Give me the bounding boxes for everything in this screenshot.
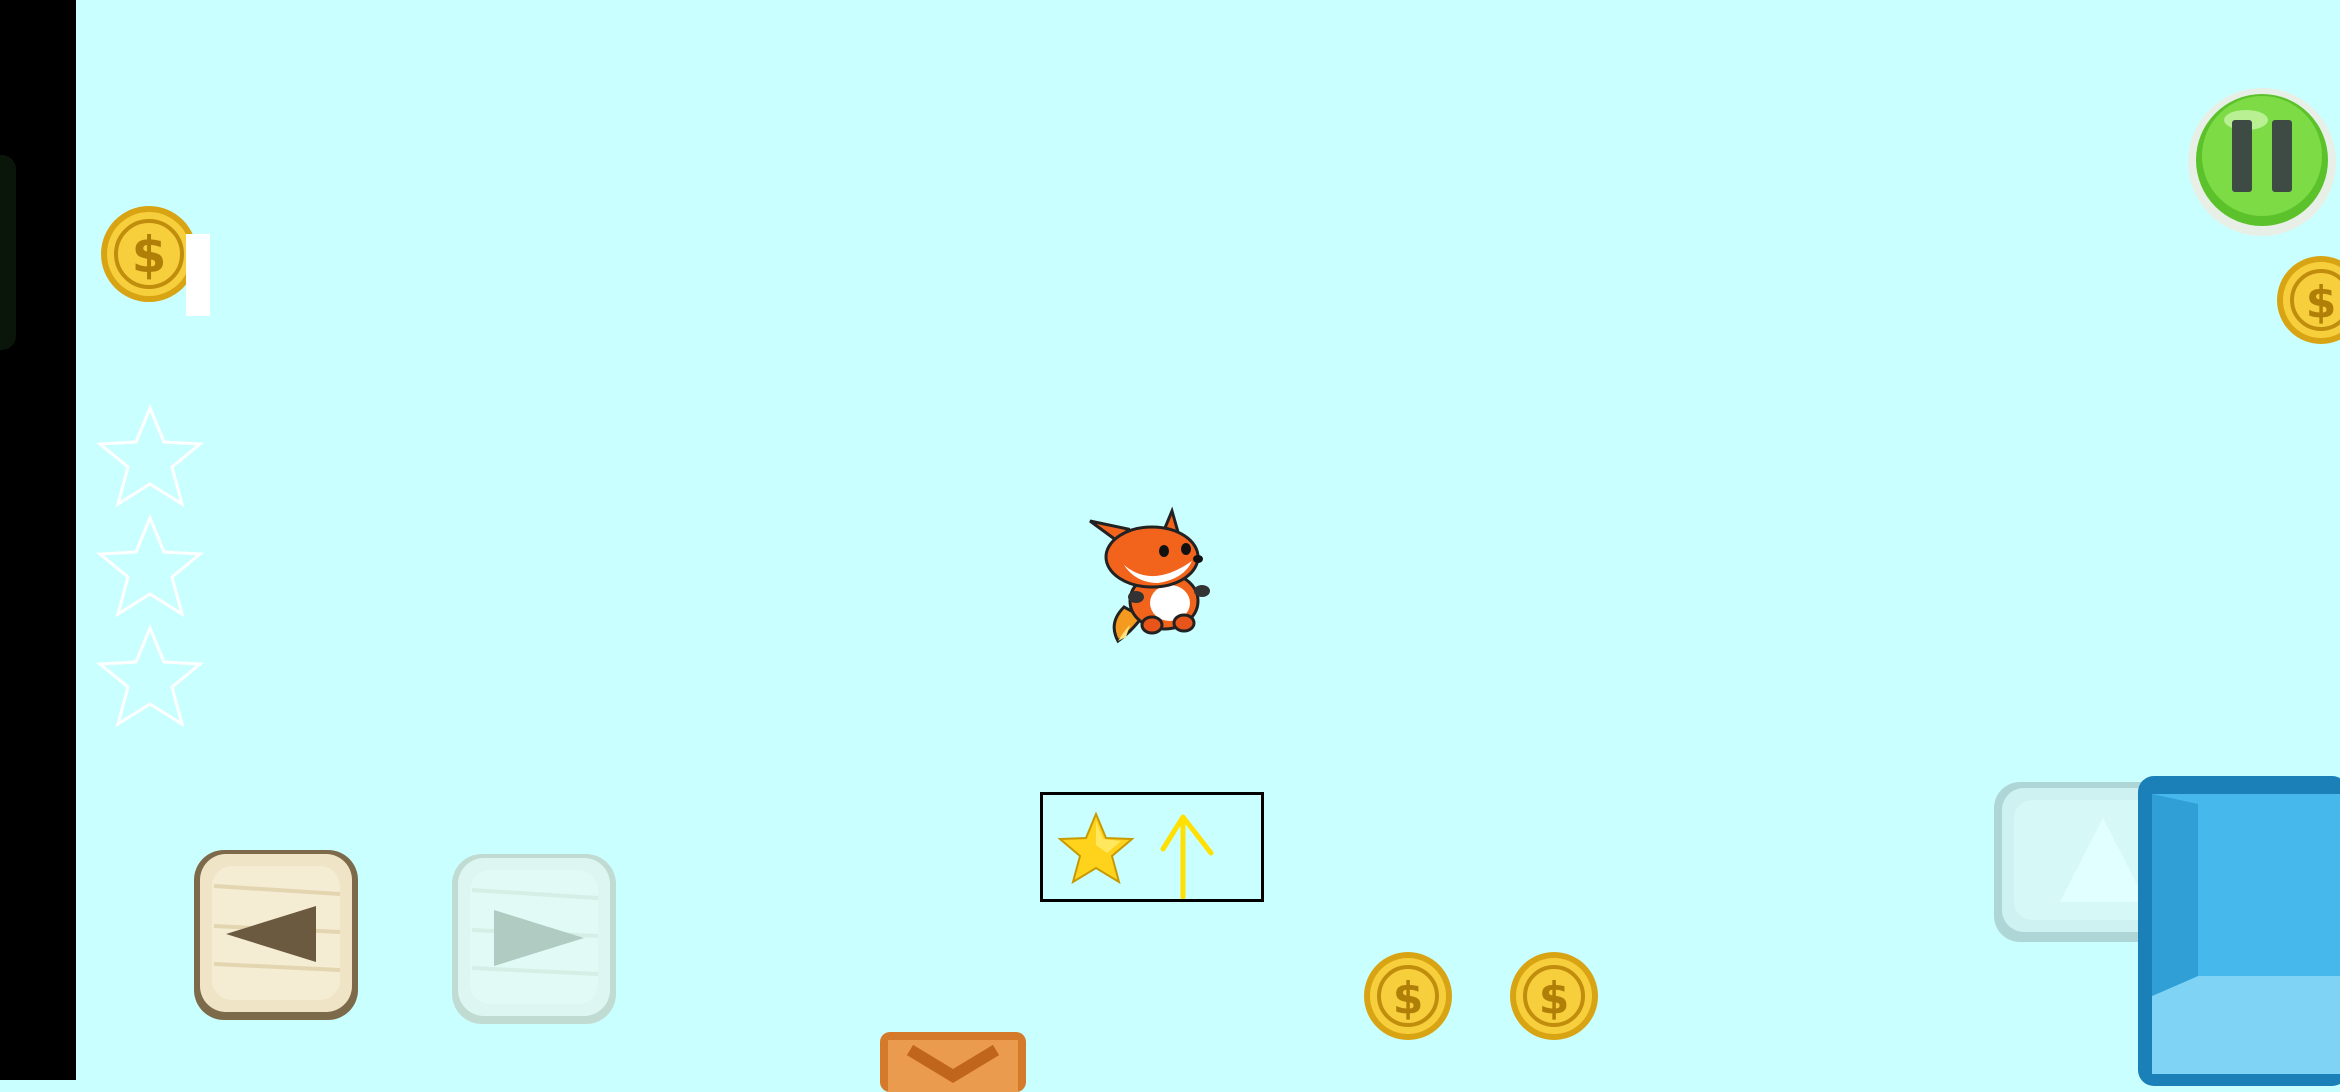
hud-coin-icon: $: [101, 206, 197, 302]
coin-counter-field: [186, 234, 210, 316]
orange-crate-block: [880, 1032, 1026, 1092]
move-left-button[interactable]: [190, 846, 362, 1024]
svg-text:$: $: [1539, 973, 1570, 1024]
blue-platform-block: [2138, 776, 2340, 1086]
fox-player-character: [1089, 506, 1210, 644]
hint-panel: [1040, 792, 1264, 902]
up-arrow-icon: [1160, 814, 1214, 899]
svg-text:$: $: [2306, 277, 2337, 328]
svg-text:$: $: [132, 226, 167, 284]
coin-pickup: $: [1510, 952, 1598, 1040]
svg-text:$: $: [1393, 973, 1424, 1024]
star-slot-icon: [96, 404, 204, 508]
coin-pickup: $: [2277, 256, 2340, 344]
star-slot-icon: [96, 624, 204, 728]
coin-pickup: $: [1364, 952, 1452, 1040]
star-slot-icon: [96, 514, 204, 618]
star-icon: [1057, 811, 1135, 885]
move-right-button[interactable]: [448, 850, 620, 1028]
pause-button[interactable]: [2186, 86, 2338, 238]
camera-notch: [0, 155, 16, 350]
